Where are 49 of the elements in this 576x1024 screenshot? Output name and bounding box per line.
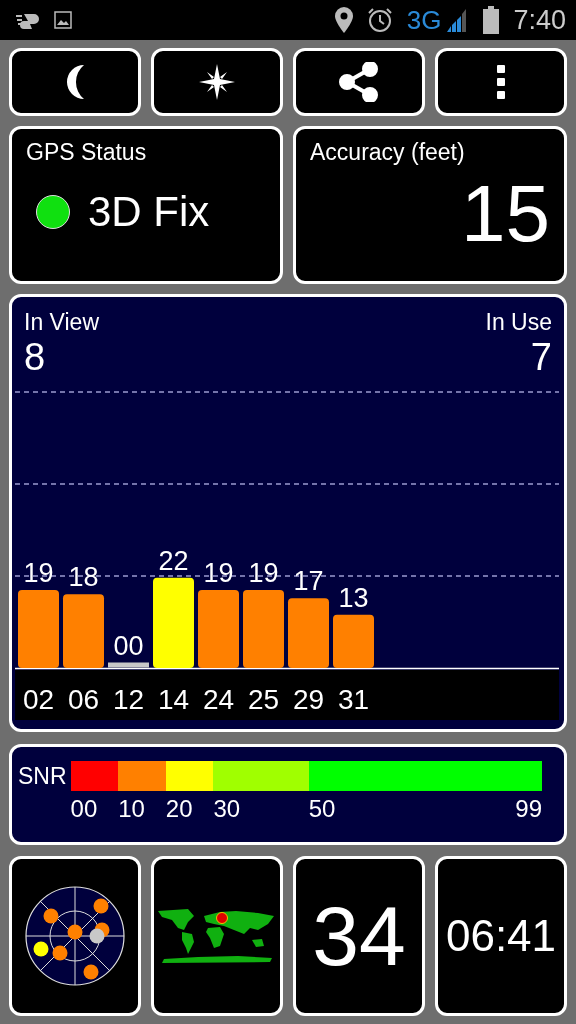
snr-tick-label: 10 [118, 795, 145, 823]
network-type: 3G [406, 4, 442, 36]
share-button[interactable] [293, 48, 425, 116]
alarm-clock-icon [366, 7, 393, 33]
snr-tick-label: 00 [70, 795, 98, 823]
card-title: GPS Status [26, 139, 147, 166]
bar-value: 18 [68, 562, 99, 593]
status-time: 7:40 [513, 4, 566, 36]
in-use-count: 7 [530, 336, 552, 379]
more-button[interactable] [435, 48, 567, 116]
satellite-id: 25 [247, 684, 280, 715]
in-use-label: In Use [485, 309, 552, 336]
more-menu-icon [496, 65, 506, 99]
in-view-label: In View [24, 309, 99, 336]
snr-tick-label: 30 [213, 795, 241, 823]
satellite-id: 02 [22, 684, 55, 715]
battery-icon [483, 6, 500, 34]
snr-tick-label: 50 [308, 795, 336, 823]
image-icon [54, 11, 72, 29]
map-tile[interactable] [151, 856, 283, 1016]
satellite-count: 34 [312, 887, 406, 985]
bar-value: 19 [248, 558, 279, 589]
in-view-count: 8 [24, 336, 46, 379]
bar-value: 19 [203, 558, 234, 589]
snr-tick-label: 99 [515, 795, 542, 823]
fix-status: 3D Fix [88, 188, 210, 236]
radar-tile[interactable] [9, 856, 141, 1016]
accuracy-value: 15 [461, 168, 550, 260]
bar-value: 17 [293, 566, 324, 597]
satellite-id: 24 [202, 684, 235, 715]
compass-button[interactable] [151, 48, 283, 116]
bar-value: 19 [23, 558, 54, 589]
satellite-id: 31 [337, 684, 370, 715]
satellite-id: 12 [112, 684, 145, 715]
number-tile[interactable]: 34 [293, 856, 425, 1016]
clock-tile[interactable]: 06:41 [435, 856, 567, 1016]
satellite-id: 29 [292, 684, 325, 715]
satellite-id: 06 [67, 684, 100, 715]
bar-value: 22 [158, 545, 189, 576]
bar-value: 13 [338, 582, 369, 613]
card-title: Accuracy (feet) [310, 139, 465, 166]
satellite-id: 14 [157, 684, 190, 715]
share-icon [339, 62, 379, 102]
night-button[interactable] [9, 48, 141, 116]
snr-label: SNR [18, 763, 67, 791]
location-pin-icon [334, 7, 353, 33]
snr-tick-label: 20 [165, 795, 193, 823]
clock-time: 06:41 [445, 911, 557, 961]
bar-value: 00 [113, 631, 144, 661]
